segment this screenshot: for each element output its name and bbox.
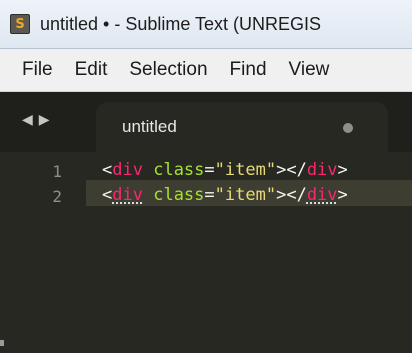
tab-untitled[interactable]: untitled [96,102,388,152]
title-bar: S untitled • - Sublime Text (UNREGIS [0,0,412,49]
line-number-gutter: 1 2 [0,152,86,353]
menu-bar: File Edit Selection Find View [0,49,412,92]
window-title: untitled • - Sublime Text (UNREGIS [40,13,322,34]
tab-nav-arrows: ◀ ▶ [22,112,50,128]
token-string: "item" [214,185,277,205]
menu-selection[interactable]: Selection [118,59,218,81]
unsaved-dot-icon[interactable] [343,123,353,133]
token-string: "item" [214,160,277,180]
token-punct: < [102,185,113,205]
token-tag: div [306,160,338,180]
token-tag: div [306,185,338,205]
token-punct: < [102,160,113,180]
token-punct: </ [286,160,307,180]
token-tag: div [112,185,143,205]
token-punct: </ [286,185,307,205]
line-number: 2 [52,187,62,206]
tab-bar: ◀ ▶ untitled [0,92,412,152]
code-line-2[interactable]: <div class="item"></div> [102,185,348,205]
menu-edit[interactable]: Edit [64,59,119,81]
token-punct: > [276,185,287,205]
tab-label: untitled [122,117,177,136]
token-punct: = [204,160,215,180]
line-number: 1 [52,162,62,181]
menu-find[interactable]: Find [219,59,278,81]
token-punct: = [204,185,215,205]
token-punct: > [337,160,348,180]
menu-file[interactable]: File [0,59,64,81]
forward-arrow-icon[interactable]: ▶ [39,112,50,128]
sublime-window: S untitled • - Sublime Text (UNREGIS Fil… [0,0,412,353]
code-line-1[interactable]: <div class="item"></div> [102,160,348,180]
menu-view[interactable]: View [278,59,341,81]
token-punct: > [276,160,287,180]
token-tag: div [112,160,143,180]
edge-marker [0,340,4,346]
back-arrow-icon[interactable]: ◀ [22,112,33,128]
token-attribute: class [153,160,205,180]
token-punct: > [337,185,348,205]
sublime-text-app-icon[interactable]: S [10,14,30,34]
token-attribute: class [153,185,205,205]
